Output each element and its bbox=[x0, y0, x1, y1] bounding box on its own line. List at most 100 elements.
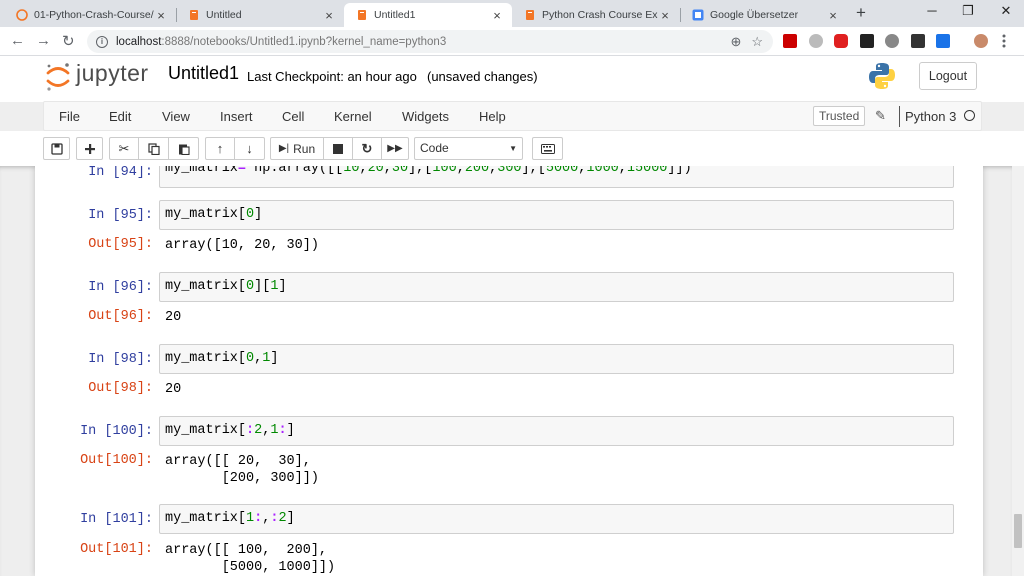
browser-tab[interactable]: Google Übersetzer × bbox=[680, 3, 848, 27]
tab-close-icon[interactable]: × bbox=[154, 8, 168, 23]
browser-tab[interactable]: Python Crash Course Exercis × bbox=[512, 3, 680, 27]
bookmark-star-icon[interactable]: ☆ bbox=[751, 34, 763, 50]
site-info-icon[interactable]: i bbox=[96, 35, 108, 48]
output-prompt: Out[100]: bbox=[80, 453, 153, 468]
tab-close-icon[interactable]: × bbox=[658, 8, 672, 23]
google-translate-favicon-icon bbox=[692, 9, 704, 21]
plus-icon bbox=[84, 143, 95, 154]
menu-cell[interactable]: Cell bbox=[282, 109, 304, 124]
jupyter-favicon-icon bbox=[16, 9, 28, 21]
minimize-button[interactable]: ─ bbox=[912, 3, 952, 18]
copy-cell-button[interactable] bbox=[138, 137, 169, 160]
arrow-up-icon: ↑ bbox=[216, 141, 224, 156]
cell-output: array([[ 100, 200], [5000, 1000]]) bbox=[165, 543, 336, 575]
move-cell-up-button[interactable]: ↑ bbox=[205, 137, 235, 160]
jupyter-logo-text[interactable]: jupyter bbox=[76, 60, 149, 87]
menu-insert[interactable]: Insert bbox=[220, 109, 253, 124]
notebook-menubar: File Edit View Insert Cell Kernel Widget… bbox=[43, 101, 982, 131]
code-cell-input[interactable]: my_matrix[1:,:2] bbox=[159, 504, 954, 534]
notebook-scroll-area[interactable]: In [94]: my_matrix= np.array([[10,20,30]… bbox=[0, 166, 1012, 576]
output-prompt: Out[98]: bbox=[88, 381, 153, 396]
menu-view[interactable]: View bbox=[162, 109, 190, 124]
autosave-status: (unsaved changes) bbox=[427, 69, 538, 84]
jupyter-logo-icon[interactable] bbox=[45, 62, 71, 92]
profile-avatar[interactable] bbox=[974, 34, 988, 48]
kebab-menu-icon bbox=[1002, 34, 1006, 48]
reload-button[interactable]: ↻ bbox=[62, 32, 75, 50]
extension-icon[interactable] bbox=[911, 34, 925, 48]
tab-title: Python Crash Course Exercis bbox=[542, 9, 658, 21]
tab-close-icon[interactable]: × bbox=[322, 8, 336, 23]
menu-widgets[interactable]: Widgets bbox=[402, 109, 449, 124]
step-forward-icon: ▶| bbox=[278, 143, 290, 154]
run-button[interactable]: ▶| Run bbox=[270, 137, 324, 160]
maximize-button[interactable]: ❐ bbox=[948, 3, 988, 19]
extension-icon[interactable] bbox=[860, 34, 874, 48]
notebook-favicon-icon bbox=[526, 10, 534, 20]
tab-title: Google Übersetzer bbox=[710, 9, 799, 21]
clipboard-icon bbox=[178, 144, 190, 155]
code-cell-input[interactable]: my_matrix[0][1] bbox=[159, 272, 954, 302]
menu-edit[interactable]: Edit bbox=[109, 109, 131, 124]
kernel-divider bbox=[899, 106, 900, 127]
menu-kernel[interactable]: Kernel bbox=[334, 109, 372, 124]
browser-menu-icon[interactable] bbox=[1002, 34, 1006, 48]
extension-icon[interactable] bbox=[885, 34, 899, 48]
copy-icon bbox=[147, 142, 160, 155]
restart-kernel-button[interactable]: ↻ bbox=[352, 137, 382, 160]
url-path: :8888/notebooks/Untitled1.ipynb?kernel_n… bbox=[161, 35, 447, 48]
restart-run-all-button[interactable]: ▶▶ bbox=[381, 137, 409, 160]
run-label: Run bbox=[293, 141, 316, 156]
cell-type-select[interactable]: Code ▼ bbox=[414, 137, 523, 160]
logout-button[interactable]: Logout bbox=[919, 62, 977, 90]
menu-file[interactable]: File bbox=[59, 109, 80, 124]
code-cell-input[interactable]: my_matrix[0] bbox=[159, 200, 954, 230]
edit-mode-pencil-icon: ✎ bbox=[875, 108, 886, 123]
tab-close-icon[interactable]: × bbox=[826, 8, 840, 23]
command-palette-button[interactable] bbox=[532, 137, 563, 160]
notebook-favicon-icon bbox=[358, 10, 366, 20]
fast-forward-icon: ▶▶ bbox=[387, 143, 403, 154]
menu-help[interactable]: Help bbox=[479, 109, 506, 124]
extension-icon[interactable] bbox=[834, 34, 848, 48]
kernel-name[interactable]: Python 3 bbox=[905, 109, 956, 124]
extension-icon[interactable] bbox=[783, 34, 797, 48]
cut-cell-button[interactable]: ✂ bbox=[109, 137, 139, 160]
tab-title: Untitled1 bbox=[374, 9, 416, 21]
cell-output: 20 bbox=[165, 310, 182, 325]
zoom-icon[interactable]: ⊕ bbox=[730, 34, 741, 50]
browser-tab[interactable]: 01-Python-Crash-Course/ × bbox=[4, 3, 176, 27]
browser-tab-strip: 01-Python-Crash-Course/ × Untitled × Unt… bbox=[0, 0, 1024, 27]
code-cell-input[interactable]: my_matrix[:2,1:] bbox=[159, 416, 954, 446]
browser-toolbar: ← → ↻ i localhost:8888/notebooks/Untitle… bbox=[0, 27, 1024, 56]
cell-output: 20 bbox=[165, 382, 182, 397]
notebook-favicon-icon bbox=[190, 10, 198, 20]
floppy-disk-icon bbox=[50, 142, 63, 155]
forward-button[interactable]: → bbox=[36, 32, 51, 49]
browser-tab-active[interactable]: Untitled1 × bbox=[344, 3, 512, 27]
scrollbar-thumb[interactable] bbox=[1014, 514, 1022, 548]
browser-tab[interactable]: Untitled × bbox=[176, 3, 344, 27]
jupyter-header: jupyter Untitled1 Last Checkpoint: an ho… bbox=[0, 56, 1024, 102]
address-bar[interactable]: i localhost:8888/notebooks/Untitled1.ipy… bbox=[87, 30, 773, 53]
extension-icon[interactable] bbox=[936, 34, 950, 48]
url-text: localhost:8888/notebooks/Untitled1.ipynb… bbox=[116, 36, 446, 48]
notebook-title[interactable]: Untitled1 bbox=[168, 63, 239, 84]
insert-cell-button[interactable] bbox=[76, 137, 103, 160]
trusted-indicator[interactable]: Trusted bbox=[813, 106, 866, 126]
input-prompt: In [94]: bbox=[88, 166, 153, 180]
extension-icon[interactable] bbox=[809, 34, 823, 48]
stop-icon bbox=[333, 143, 343, 154]
code-cell-input[interactable]: my_matrix[0,1] bbox=[159, 344, 954, 374]
move-cell-down-button[interactable]: ↓ bbox=[234, 137, 265, 160]
save-button[interactable] bbox=[43, 137, 70, 160]
new-tab-button[interactable]: + bbox=[856, 3, 866, 23]
tab-close-icon[interactable]: × bbox=[490, 8, 504, 23]
input-prompt: In [101]: bbox=[80, 512, 153, 527]
interrupt-kernel-button[interactable] bbox=[323, 137, 353, 160]
paste-cell-button[interactable] bbox=[168, 137, 199, 160]
close-window-button[interactable]: ✕ bbox=[986, 3, 1024, 19]
code-cell-input[interactable]: my_matrix= np.array([[10,20,30],[100,200… bbox=[159, 166, 954, 188]
dropdown-caret-icon: ▼ bbox=[509, 144, 517, 153]
back-button[interactable]: ← bbox=[10, 32, 25, 49]
